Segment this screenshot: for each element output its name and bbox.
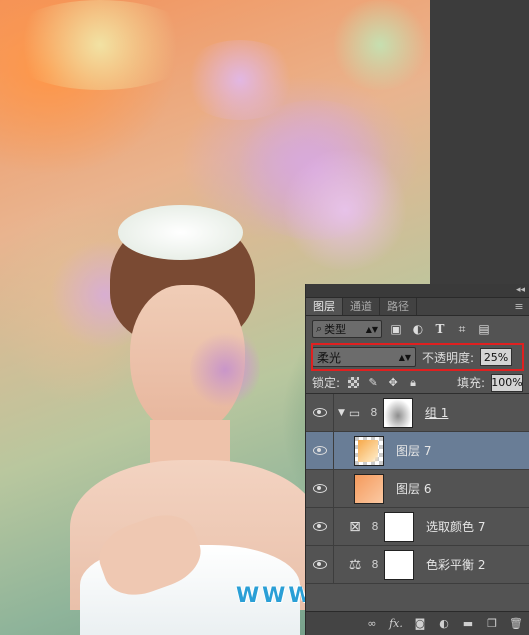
layer-name[interactable]: 选取颜色 7 — [426, 518, 485, 535]
collapse-icon[interactable]: ◂◂ — [516, 284, 525, 297]
filter-kind-label: 类型 — [324, 323, 347, 336]
add-mask-icon[interactable]: ◙ — [412, 616, 428, 632]
visibility-toggle[interactable] — [306, 469, 334, 508]
fill-label: 填充: — [456, 376, 485, 390]
chain-link-icon[interactable]: 8 — [370, 558, 380, 571]
new-group-icon[interactable]: ▬ — [460, 616, 476, 632]
shape-filter-icon[interactable]: ⌗ — [454, 321, 470, 337]
highlight-box — [311, 343, 524, 371]
filter-row: ⌕ 类型 ▲▼ ▣ ◐ T ⌗ ▤ — [306, 316, 529, 342]
layer-name[interactable]: 色彩平衡 2 — [426, 556, 485, 573]
image-filter-icon[interactable]: ▣ — [388, 321, 404, 337]
layer-name[interactable]: 图层 6 — [396, 480, 431, 497]
eye-icon — [312, 446, 327, 455]
color-balance-icon[interactable]: ⚖ — [344, 554, 366, 576]
lock-label: 锁定: — [312, 376, 341, 390]
link-layers-icon[interactable]: ∞ — [364, 616, 380, 632]
type-filter-icon[interactable]: T — [432, 321, 448, 337]
eye-icon — [312, 408, 327, 417]
filter-kind-select[interactable]: ⌕ 类型 ▲▼ — [312, 320, 382, 338]
new-layer-icon[interactable]: ❐ — [484, 616, 500, 632]
selective-color-icon[interactable]: ⊠ — [344, 516, 366, 538]
search-icon: ⌕ — [316, 322, 323, 335]
visibility-toggle[interactable] — [306, 431, 334, 470]
layer-mask-thumbnail[interactable] — [382, 397, 413, 428]
lock-transparent-pixels-icon[interactable] — [346, 376, 360, 390]
layer-thumbnail[interactable] — [354, 435, 384, 466]
panel-title-bar[interactable]: ◂◂ — [306, 284, 529, 298]
lock-row: 锁定: ✎ ✥ 🔒︎ 填充: 100% — [306, 372, 529, 394]
layers-bottom-bar: ∞ fx. ◙ ◐ ▬ ❐ 🗑︎ — [306, 611, 529, 635]
folder-icon: ▭ — [348, 405, 361, 420]
layer-row-layer-7[interactable]: 图层 7 — [306, 431, 529, 470]
layer-thumbnail[interactable] — [354, 473, 384, 504]
tab-channels[interactable]: 通道 — [343, 298, 380, 315]
expand-arrow-icon[interactable]: ▼ — [338, 408, 345, 418]
smart-object-filter-icon[interactable]: ▤ — [476, 321, 492, 337]
chain-link-icon[interactable]: 8 — [369, 406, 379, 419]
layer-row-group-1[interactable]: ▼ ▭ 8 组 1 — [306, 393, 529, 432]
layer-mask-thumbnail[interactable] — [384, 511, 414, 542]
tab-paths[interactable]: 路径 — [380, 298, 417, 315]
layer-row-layer-6[interactable]: 图层 6 — [306, 469, 529, 508]
eye-icon — [312, 560, 327, 569]
delete-layer-icon[interactable]: 🗑︎ — [508, 616, 524, 632]
chain-link-icon[interactable]: 8 — [370, 520, 380, 533]
layers-panel: ◂◂ 图层 通道 路径 ≡ ⌕ 类型 ▲▼ ▣ ◐ T ⌗ ▤ 柔光 ▲▼ 不透… — [305, 284, 529, 635]
lock-all-icon[interactable]: 🔒︎ — [406, 376, 420, 390]
panel-tabs: 图层 通道 路径 ≡ — [306, 298, 529, 316]
visibility-toggle[interactable] — [306, 507, 334, 546]
layer-mask-thumbnail[interactable] — [384, 549, 414, 580]
panel-menu-icon[interactable]: ≡ — [509, 298, 529, 315]
fx-icon[interactable]: fx. — [388, 616, 404, 632]
eye-icon — [312, 522, 327, 531]
visibility-toggle[interactable] — [306, 393, 334, 432]
new-adjustment-icon[interactable]: ◐ — [436, 616, 452, 632]
layer-row-selective-color-7[interactable]: ⊠ 8 选取颜色 7 — [306, 507, 529, 546]
layer-name[interactable]: 组 1 — [425, 404, 448, 421]
adjustment-filter-icon[interactable]: ◐ — [410, 321, 426, 337]
layer-name[interactable]: 图层 7 — [396, 442, 431, 459]
layers-list: ▼ ▭ 8 组 1 图层 7 图层 6 ⊠ 8 选取颜色 7 ⚖ 8 色彩平衡 … — [306, 393, 529, 584]
thumbnail-gradient — [358, 439, 378, 462]
select-arrows-icon: ▲▼ — [365, 324, 378, 334]
lock-image-pixels-icon[interactable]: ✎ — [366, 376, 380, 390]
tab-layers[interactable]: 图层 — [306, 298, 343, 315]
fill-input[interactable]: 100% — [491, 373, 523, 392]
visibility-toggle[interactable] — [306, 545, 334, 584]
layer-row-color-balance-2[interactable]: ⚖ 8 色彩平衡 2 — [306, 545, 529, 584]
blend-row: 柔光 ▲▼ 不透明度: 25% — [306, 342, 529, 372]
eye-icon — [312, 484, 327, 493]
lock-position-icon[interactable]: ✥ — [386, 376, 400, 390]
